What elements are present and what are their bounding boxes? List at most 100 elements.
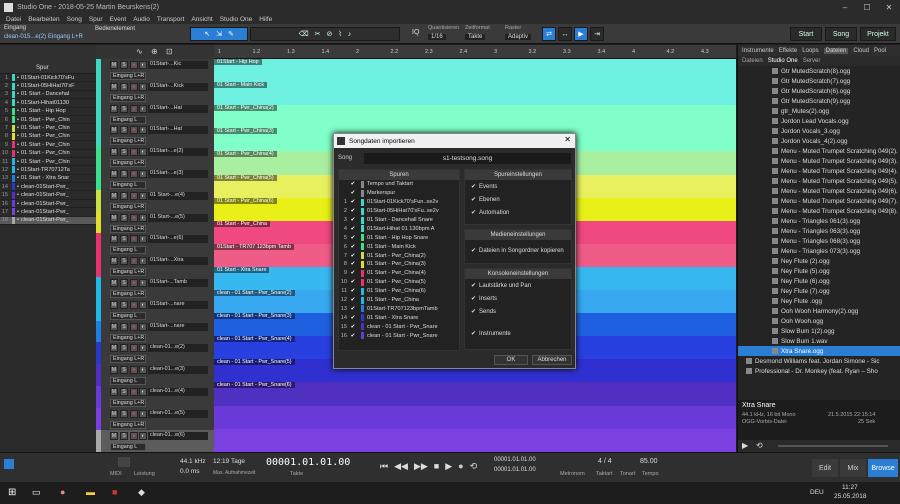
check-icon[interactable]: ✔ [349,333,357,339]
input-route[interactable]: Eingang L+R [48,34,83,40]
mute-button[interactable]: M [110,322,118,331]
mute-button[interactable]: M [110,126,118,135]
position-display[interactable]: 00001.01.01.00 [266,457,350,468]
record-arm-icon[interactable]: ● [130,409,138,418]
input-value[interactable]: clean-015...e(2) [4,34,46,40]
eraser-tool-icon[interactable]: ⌫ [299,30,309,38]
import-track-row[interactable]: 13 ✔ 01Start-TR707123bpmTamb [339,304,459,313]
channel-input[interactable]: Eingang L+R [110,93,146,102]
channel-name[interactable]: clean-01...e(4) [148,388,208,396]
check-icon[interactable]: ✔ [349,297,357,303]
monitor-icon[interactable]: ◐ [139,257,147,266]
channel-name[interactable]: 01Start-...Kick [148,82,208,91]
check-icon[interactable]: ✔ [349,261,357,267]
record-arm-icon[interactable]: ● [130,235,138,244]
rewind-icon[interactable]: ⏮ [380,461,388,472]
file-item[interactable]: Menu - Triangles 068(3).ogg [738,236,900,246]
record-arm-icon[interactable]: ● [130,344,138,353]
channel-name[interactable]: clean-01...e(5) [148,409,208,418]
import-track-row[interactable]: 4 ✔ 01Start-Hihat 01 130bpm A [339,224,459,233]
track-visible-icon[interactable]: • [17,133,19,139]
mute-button[interactable]: M [110,82,118,91]
file-item[interactable]: Menu - Muted Trumpet Scratching 049(8). [738,206,900,216]
channel-input[interactable]: Eingang L+R [110,290,146,298]
monitor-icon[interactable]: ◐ [139,213,147,222]
import-track-row[interactable]: 6 ✔ 01 Start - Main Kick [339,242,459,251]
record-arm-icon[interactable]: ● [130,213,138,222]
channel-name[interactable]: clean-01...e(6) [148,431,208,440]
file-item[interactable]: Professional - Dr. Monkey (feat. Ryan – … [738,366,900,376]
check-icon[interactable]: ✔ [349,270,357,276]
file-item[interactable]: Gtr MutedScratch(6).ogg [738,86,900,96]
mute-button[interactable]: M [110,300,118,309]
check-icon[interactable]: ✔ [349,226,357,232]
solo-button[interactable]: S [120,213,128,222]
monitor-icon[interactable]: ◐ [139,191,147,200]
preview-play-icon[interactable]: ▶ [742,441,748,450]
loop-start[interactable]: 00001.01.01.00 [494,457,536,463]
record-arm-icon[interactable]: ● [130,104,138,113]
channel-name[interactable]: 01Start-...e(6) [148,235,208,244]
mute-button[interactable]: M [110,213,118,222]
tracklist-row[interactable]: 4 • 01Start-Hihat01130 [0,99,96,108]
track-header[interactable]: M S ● ◐ clean-01...e(2) Eingang L+R [96,342,214,366]
monitor-icon[interactable]: ◐ [139,279,147,287]
file-item[interactable]: Jordon Lead Vocals.ogg [738,116,900,126]
pencil-tool-icon[interactable]: ✎ [228,30,234,38]
monitor-icon[interactable]: ◐ [139,366,147,375]
menu-edit[interactable]: Bearbeiten [28,16,59,23]
audio-event[interactable]: 01 Start - Main Kick [214,82,736,106]
monitor-icon[interactable]: ◐ [139,388,147,396]
mute-tool-icon[interactable]: ⊘ [326,30,332,38]
close-button[interactable]: ✕ [878,0,900,15]
record-arm-icon[interactable]: ● [130,148,138,157]
menu-song[interactable]: Song [67,16,82,23]
timebase-select[interactable]: Takte [465,34,486,40]
tab-effects[interactable]: Effekte [779,48,798,54]
file-item[interactable]: Menu - Muted Trumpet Scratching 049(6). [738,186,900,196]
timeline-ruler[interactable]: 1 1.2 1.3 1.4 2 2.2 2.3 2.4 3 3.2 3.3 3.4 4 4.2 4.3 [214,45,736,59]
solo-button[interactable]: S [120,388,128,396]
lock-icon[interactable]: ⊡ [166,47,173,56]
file-item[interactable]: Slow Bum 1(2).ogg [738,326,900,336]
solo-button[interactable]: S [120,170,128,178]
mute-button[interactable]: M [110,235,118,244]
menu-audio[interactable]: Audio [133,16,150,23]
channel-name[interactable]: clean-01...e(2) [148,344,208,353]
solo-button[interactable]: S [120,82,128,91]
solo-button[interactable]: S [120,235,128,244]
monitor-icon[interactable]: ◐ [139,126,147,135]
mute-button[interactable]: M [110,104,118,113]
track-header[interactable]: M S ● ◐ 01Start-...Hat Eingang L+R [96,124,214,148]
subtab-server[interactable]: Server [803,58,821,64]
track-visible-icon[interactable]: • [17,83,19,89]
monitor-icon[interactable]: ◐ [139,104,147,113]
autoscroll-icon[interactable]: ↔ [558,27,572,41]
import-track-row[interactable]: 2 ✔ 01Start-05HiHat70'sFu..se2v [339,207,459,216]
loop-icon[interactable]: ⟲ [470,461,478,472]
option-layers[interactable]: ✔ Ebenen [465,193,571,206]
track-visible-icon[interactable]: • [17,125,19,131]
import-track-row[interactable]: 16 ✔ clean - 01 Start - Pwr_Snare [339,331,459,340]
range-tool-icon[interactable]: ⇲ [216,30,222,38]
track-header[interactable]: M S ● ◐ clean-01...e(4) Eingang L+R [96,386,214,410]
mute-button[interactable]: M [110,257,118,266]
file-item[interactable]: Menu - Triangles 061(3).ogg [738,216,900,226]
track-header[interactable]: M S ● ◐ 01Start-...e(6) Eingang L [96,233,214,257]
mute-button[interactable]: M [110,388,118,396]
preview-volume-slider[interactable] [778,445,888,447]
channel-name[interactable]: 01Start-...Tamb [148,279,208,287]
tracklist-row[interactable]: 2 • 01Start-05HiHat70'sF [0,82,96,91]
mute-button[interactable]: M [110,191,118,200]
import-track-row[interactable]: 14 ✔ 01 Start - Xtra Snare [339,313,459,322]
track-header[interactable]: M S ● ◐ 01Start-...e(2) Eingang L+R [96,146,214,170]
tracklist-row[interactable]: 11 • 01 Start - Pwr_Chin [0,158,96,167]
record-arm-icon[interactable]: ● [130,300,138,309]
import-track-row[interactable]: ✔ Markerspur [339,189,459,198]
channel-input[interactable]: Eingang L+R [110,420,146,429]
view-browse[interactable]: Browse [868,459,898,477]
import-track-row[interactable]: 11 ✔ 01 Start - Pwr_China(6) [339,287,459,296]
file-item[interactable]: Menu - Triangles 073(3).ogg [738,246,900,256]
track-visible-icon[interactable]: • [17,217,19,223]
track-visible-icon[interactable]: • [17,91,19,97]
